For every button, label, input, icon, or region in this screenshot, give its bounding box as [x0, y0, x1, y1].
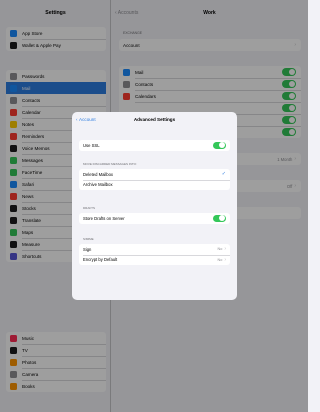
advanced-settings-modal: ‹ Account Advanced Settings Use SSL MOVE…	[72, 112, 237, 300]
checkmark-icon: ✓	[221, 171, 226, 178]
store-drafts-label: Store Drafts on Server	[83, 215, 125, 221]
use-ssl-label: Use SSL	[83, 142, 100, 148]
chevron-right-icon: ›	[224, 246, 226, 253]
sign-value: No	[217, 247, 223, 252]
drafts-group: Store Drafts on Server	[79, 213, 230, 224]
move-discarded-header: MOVE DISCARDED MESSAGES INTO:	[83, 162, 137, 166]
deleted-mailbox-row[interactable]: Deleted Mailbox ✓	[79, 169, 230, 180]
sign-row[interactable]: Sign No ›	[79, 244, 230, 255]
use-ssl-row: Use SSL	[79, 140, 230, 151]
smime-group: Sign No › Encrypt by Default No ›	[79, 244, 230, 265]
archive-mailbox-label: Archive Mailbox	[83, 182, 113, 188]
modal-title: Advanced Settings	[133, 117, 176, 122]
archive-mailbox-row[interactable]: Archive Mailbox	[79, 179, 230, 191]
encrypt-value: No	[217, 257, 223, 262]
ssl-group: Use SSL	[79, 140, 230, 151]
use-ssl-toggle[interactable]	[213, 141, 226, 149]
store-drafts-toggle[interactable]	[213, 214, 226, 222]
chevron-right-icon: ›	[224, 256, 226, 263]
encrypt-row[interactable]: Encrypt by Default No ›	[79, 254, 230, 266]
discard-group: Deleted Mailbox ✓ Archive Mailbox	[79, 169, 230, 190]
sign-label: Sign	[83, 246, 92, 252]
encrypt-label: Encrypt by Default	[83, 257, 118, 263]
drafts-header: DRAFTS	[83, 206, 95, 210]
store-drafts-row: Store Drafts on Server	[79, 213, 230, 224]
deleted-mailbox-label: Deleted Mailbox	[83, 171, 114, 177]
smime-header: S/MIME	[83, 237, 94, 241]
modal-nav: ‹ Account Advanced Settings	[72, 117, 237, 125]
